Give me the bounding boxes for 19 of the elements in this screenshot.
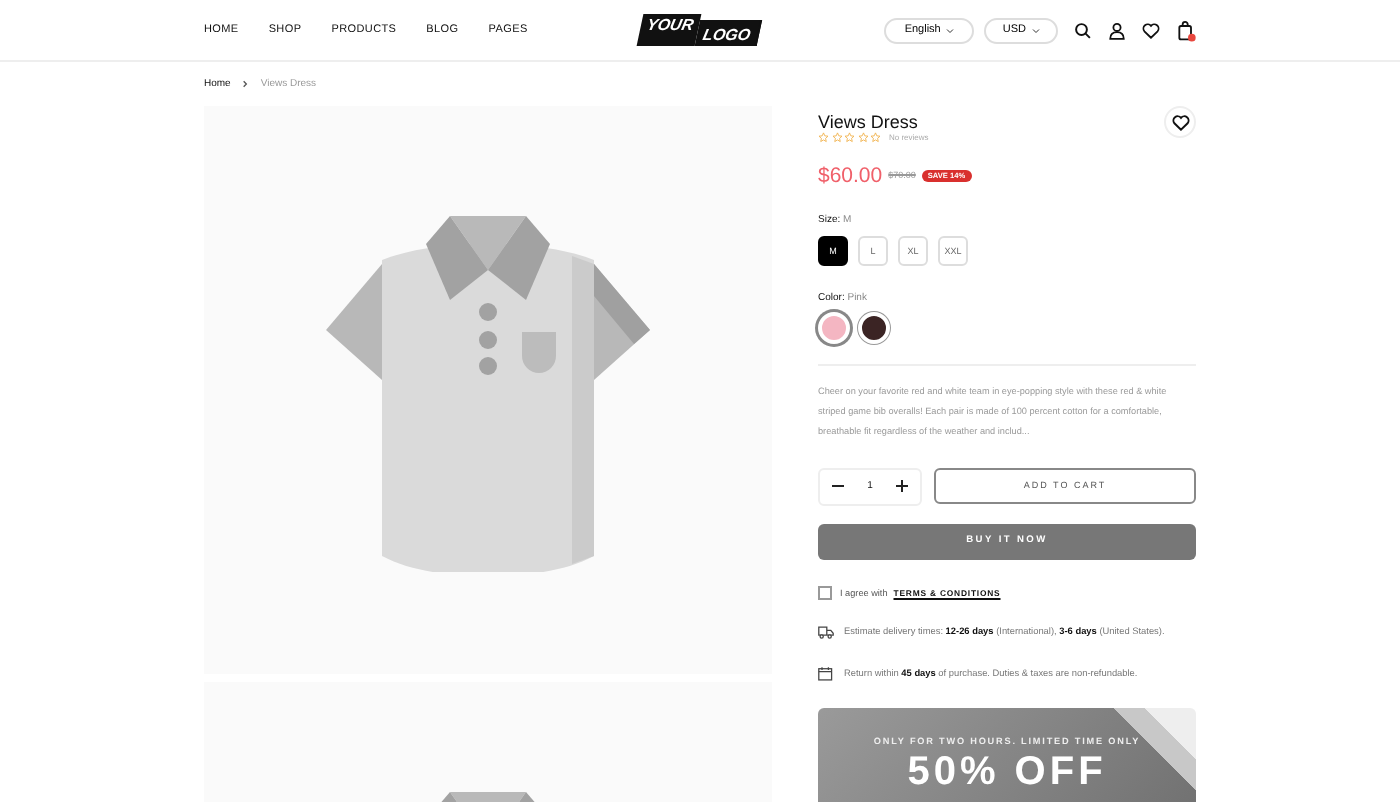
color-swatch[interactable] bbox=[858, 311, 890, 343]
chevron-icon bbox=[242, 80, 249, 88]
price: $60.00 bbox=[818, 163, 883, 187]
product-title: Views Dress bbox=[818, 112, 918, 132]
bag-icon[interactable] bbox=[1176, 19, 1196, 41]
chevron-icon bbox=[946, 27, 955, 33]
minus-icon[interactable] bbox=[831, 480, 844, 493]
heart-icon[interactable] bbox=[1142, 21, 1160, 39]
heart-icon bbox=[1171, 113, 1189, 131]
user-icon[interactable] bbox=[1108, 21, 1126, 39]
wishlist-button[interactable] bbox=[1164, 106, 1196, 138]
plus-icon[interactable] bbox=[896, 480, 909, 493]
chevron-icon bbox=[1032, 27, 1040, 33]
promo-headline: 50% OFF bbox=[907, 749, 1107, 796]
color-swatch[interactable] bbox=[818, 311, 850, 343]
checkbox[interactable] bbox=[818, 585, 832, 600]
calendar-icon bbox=[818, 665, 834, 682]
search-icon[interactable] bbox=[1074, 21, 1092, 39]
truck-icon bbox=[818, 623, 834, 640]
